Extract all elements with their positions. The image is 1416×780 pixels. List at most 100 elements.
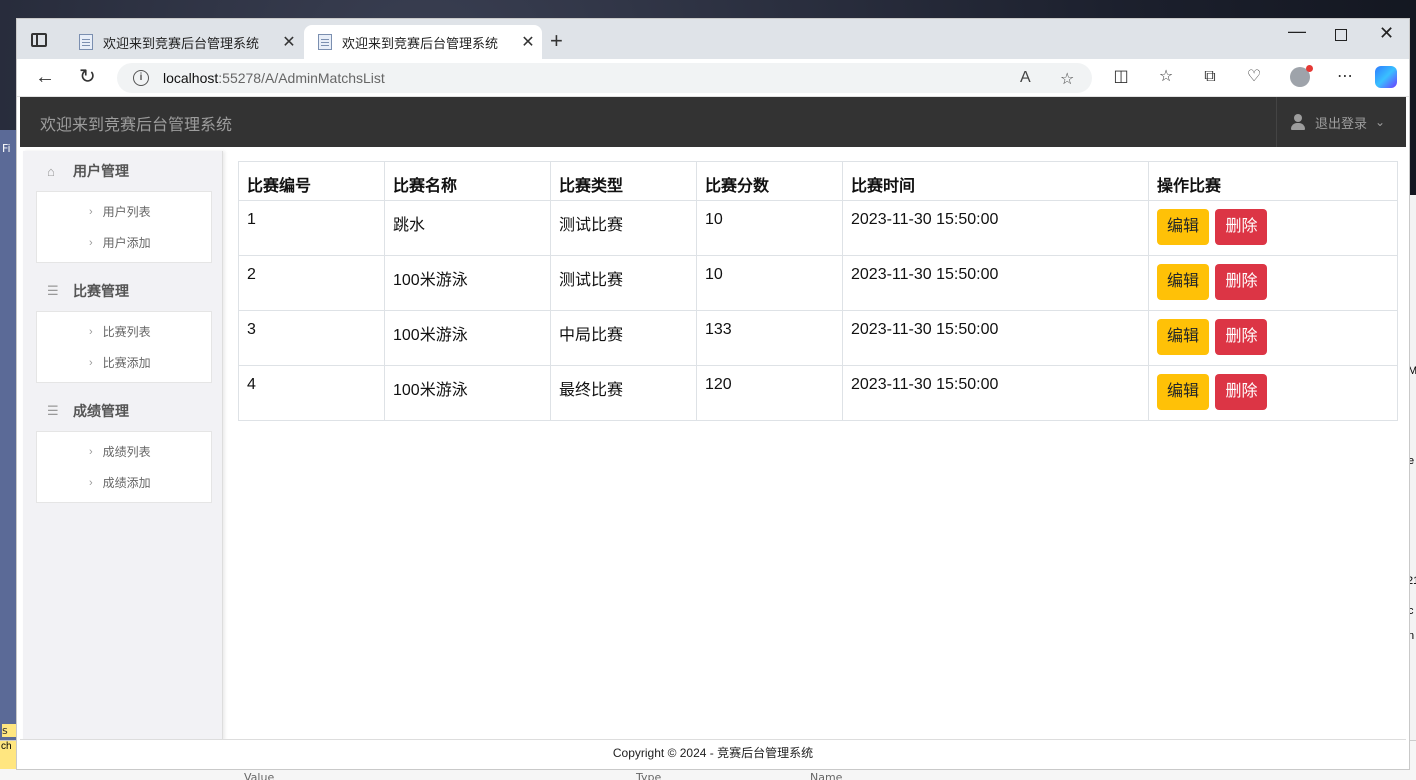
list-icon: ☰ (47, 283, 59, 298)
close-tab-icon[interactable]: ✕ (275, 32, 303, 52)
delete-button[interactable]: 删除 (1215, 209, 1268, 245)
logout-label: 退出登录 (1315, 115, 1368, 131)
tab-title: 欢迎来到竞赛后台管理系统 (342, 35, 499, 51)
delete-button[interactable]: 删除 (1215, 264, 1268, 300)
browser-window: 欢迎来到竞赛后台管理系统 ✕ 欢迎来到竞赛后台管理系统 ✕ + — ✕ ← ↻ … (16, 18, 1410, 770)
sidebar-item-label: 比赛列表 (102, 325, 151, 339)
cell-type: 测试比赛 (550, 255, 697, 311)
sidebar-item-label: 比赛添加 (102, 356, 151, 370)
minimize-icon[interactable]: — (1288, 21, 1306, 42)
window-close-icon[interactable]: ✕ (1379, 23, 1394, 44)
sidebar-item-user-list[interactable]: › 用户列表 (37, 196, 211, 227)
chevron-down-icon: ⌄ (1375, 115, 1386, 129)
address-bar-row: ← ↻ i localhost:55278/A/AdminMatchsList … (17, 59, 1409, 97)
sidebar-item-label: 成绩列表 (102, 445, 151, 459)
close-tab-icon[interactable]: ✕ (514, 32, 542, 52)
match-list-content: 比赛编号 比赛名称 比赛类型 比赛分数 比赛时间 操作比赛 1 跳水 测试比赛 … (238, 161, 1398, 421)
delete-button[interactable]: 删除 (1215, 374, 1268, 410)
performance-icon[interactable]: ♡ (1244, 67, 1264, 87)
url-path: :55278/A/AdminMatchsList (218, 70, 385, 86)
cell-id: 3 (238, 310, 385, 366)
cell-score: 10 (696, 200, 843, 256)
menu-head-label: 比赛管理 (73, 283, 129, 299)
cell-name: 100米游泳 (384, 310, 551, 366)
background-text: Fi (2, 142, 11, 155)
tab-bar: 欢迎来到竞赛后台管理系统 ✕ 欢迎来到竞赛后台管理系统 ✕ + — ✕ (17, 19, 1409, 59)
background-text: ch (0, 741, 16, 769)
edit-button[interactable]: 编辑 (1157, 374, 1210, 410)
copilot-icon[interactable] (1375, 66, 1397, 88)
cell-id: 1 (238, 200, 385, 256)
table-row: 4 100米游泳 最终比赛 120 2023-11-30 15:50:00 编辑… (238, 365, 1398, 421)
logout-menu[interactable]: 退出登录 ⌄ (1276, 97, 1406, 147)
browser-tab-active[interactable]: 欢迎来到竞赛后台管理系统 ✕ (304, 25, 542, 59)
back-icon[interactable]: ← (35, 67, 55, 87)
read-aloud-icon[interactable]: A (1020, 69, 1031, 87)
cell-id: 4 (238, 365, 385, 421)
list-icon: ☰ (47, 403, 59, 418)
background-text: s (2, 724, 16, 737)
background-window-left: Fi s (0, 130, 16, 740)
more-menu-icon[interactable]: ⋯ (1335, 67, 1355, 87)
edit-button[interactable]: 编辑 (1157, 209, 1210, 245)
chevron-right-icon: › (89, 445, 93, 458)
delete-button[interactable]: 删除 (1215, 319, 1268, 355)
sidebar-item-match-add[interactable]: › 比赛添加 (37, 347, 211, 378)
tab-actions-icon[interactable] (31, 33, 47, 47)
sidebar-item-score-add[interactable]: › 成绩添加 (37, 467, 211, 498)
column-header: 比赛类型 (550, 161, 697, 201)
edit-button[interactable]: 编辑 (1157, 264, 1210, 300)
cell-time: 2023-11-30 15:50:00 (842, 365, 1149, 421)
user-icon (1291, 114, 1305, 130)
sidebar-item-match-list[interactable]: › 比赛列表 (37, 316, 211, 347)
sidebar-item-label: 用户列表 (102, 205, 151, 219)
chevron-right-icon: › (89, 325, 93, 338)
site-info-icon[interactable]: i (133, 70, 149, 86)
background-column-header: Value (244, 771, 275, 780)
maximize-icon[interactable] (1335, 29, 1347, 41)
url-host: localhost (163, 70, 219, 86)
home-icon: ⌂ (47, 163, 55, 179)
column-header: 比赛编号 (238, 161, 385, 201)
cell-actions: 编辑 删除 (1148, 255, 1398, 311)
table-row: 3 100米游泳 中局比赛 133 2023-11-30 15:50:00 编辑… (238, 310, 1398, 366)
cell-time: 2023-11-30 15:50:00 (842, 255, 1149, 311)
new-tab-icon[interactable]: + (550, 30, 563, 52)
menu-group-users: ⌂ 用户管理 › 用户列表 › 用户添加 (23, 151, 222, 263)
url-input[interactable]: i localhost:55278/A/AdminMatchsList A ☆ (117, 63, 1092, 93)
menu-head-label: 用户管理 (73, 163, 129, 179)
cell-time: 2023-11-30 15:50:00 (842, 200, 1149, 256)
menu-group-scores: ☰ 成绩管理 › 成绩列表 › 成绩添加 (23, 391, 222, 503)
favorites-icon[interactable]: ☆ (1156, 67, 1176, 87)
cell-name: 跳水 (384, 200, 551, 256)
browser-tab[interactable]: 欢迎来到竞赛后台管理系统 ✕ (65, 25, 303, 59)
edit-button[interactable]: 编辑 (1157, 319, 1210, 355)
sidebar: ⌂ 用户管理 › 用户列表 › 用户添加 ☰ 比赛管理 › 比赛列表 › 比赛添加 (23, 151, 223, 741)
profile-avatar[interactable] (1290, 65, 1313, 87)
chevron-right-icon: › (89, 476, 93, 489)
column-header: 比赛名称 (384, 161, 551, 201)
menu-head-label: 成绩管理 (73, 403, 129, 419)
cell-name: 100米游泳 (384, 255, 551, 311)
collections-icon[interactable]: ⧉ (1200, 67, 1220, 87)
refresh-icon[interactable]: ↻ (79, 67, 96, 87)
table-row: 1 跳水 测试比赛 10 2023-11-30 15:50:00 编辑 删除 (238, 200, 1398, 256)
sidebar-item-user-add[interactable]: › 用户添加 (37, 227, 211, 258)
app-page: 欢迎来到竞赛后台管理系统 退出登录 ⌄ ⌂ 用户管理 › 用户列表 › 用户添加 (20, 97, 1406, 769)
split-screen-icon[interactable]: ◫ (1111, 67, 1131, 87)
cell-score: 133 (696, 310, 843, 366)
menu-items: › 比赛列表 › 比赛添加 (36, 311, 212, 383)
footer: Copyright © 2024 - 竞赛后台管理系统 (20, 739, 1406, 769)
table-header-row: 比赛编号 比赛名称 比赛类型 比赛分数 比赛时间 操作比赛 (238, 161, 1398, 201)
menu-head-users[interactable]: ⌂ 用户管理 (23, 151, 222, 191)
sidebar-item-score-list[interactable]: › 成绩列表 (37, 436, 211, 467)
cell-score: 10 (696, 255, 843, 311)
background-column-header: Name (810, 771, 843, 780)
favorite-star-icon[interactable]: ☆ (1060, 69, 1074, 89)
cell-id: 2 (238, 255, 385, 311)
menu-head-scores[interactable]: ☰ 成绩管理 (23, 391, 222, 431)
menu-head-matches[interactable]: ☰ 比赛管理 (23, 271, 222, 311)
app-title[interactable]: 欢迎来到竞赛后台管理系统 (40, 111, 232, 135)
cell-type: 最终比赛 (550, 365, 697, 421)
tab-title: 欢迎来到竞赛后台管理系统 (103, 35, 260, 51)
